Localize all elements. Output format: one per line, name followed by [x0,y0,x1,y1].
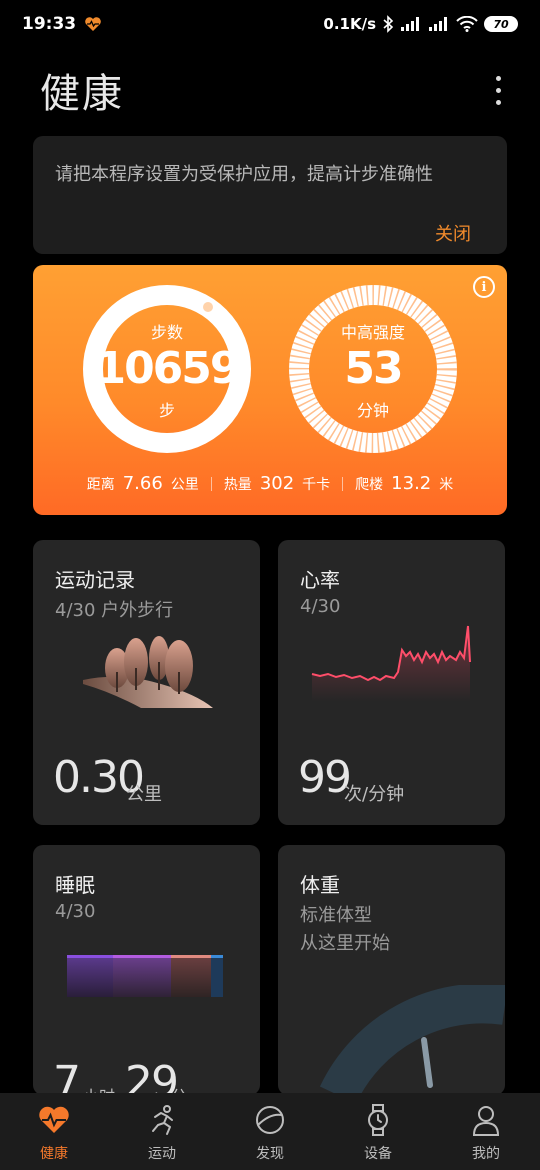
heart-rate-graph [311,625,471,702]
exercise-title: 运动记录 [55,568,135,592]
bluetooth-icon [383,15,394,33]
notice-close-button[interactable]: 关闭 [435,220,471,246]
steps-label: 步数 [150,323,183,342]
stat-divider [210,476,212,491]
sleep-minutes-value: 29 [125,1057,179,1095]
weight-title: 体重 [300,873,340,897]
nav-item-discover[interactable]: 发现 [216,1093,324,1170]
nav-item-me[interactable]: 我的 [432,1093,540,1170]
status-bar: 19:33 0.1K/s 70 [0,0,540,48]
nav-item-health[interactable]: 健康 [0,1093,108,1170]
heart-notification-icon [85,17,101,31]
distance-label: 距离 [86,477,115,493]
exercise-subtitle: 4/30 户外步行 [55,600,174,621]
net-speed: 0.1K/s [323,15,376,33]
discover-icon [256,1106,284,1134]
floors-label: 爬楼 [355,477,384,493]
distance-value: 7.66 [122,473,163,494]
steps-value: 10659 [95,343,240,394]
heart-rate-date: 4/30 [300,596,341,617]
heart-rate-title: 心率 [300,568,340,592]
more-options-icon[interactable] [486,70,510,110]
heart-rate-tile[interactable]: 心率 4/30 99 次/分钟 [278,540,505,825]
steps-ring: 步数 10659 步 [83,285,251,453]
app-header: 健康 [40,62,510,118]
nav-label-me: 我的 [472,1146,500,1162]
activity-summary-card[interactable]: i 步数 10659 步 中高强度 53 分钟 距离 7.66 公里 热量 30… [33,265,507,515]
stat-divider [342,476,344,491]
forest-illustration-icon [83,636,213,708]
intensity-value: 53 [344,343,403,394]
nav-label-devices: 设备 [364,1146,392,1162]
sleep-tile[interactable]: 睡眠 4/30 7 小时 29 分 [33,845,260,1095]
sleep-date: 4/30 [55,901,96,922]
nav-label-discover: 发现 [256,1146,284,1162]
floors-unit: 米 [439,477,454,493]
notice-text: 请把本程序设置为受保护应用，提高计步准确性 [55,164,433,185]
exercise-record-tile[interactable]: 运动记录 4/30 户外步行 0.30 公里 [33,540,260,825]
heart-rate-value: 99 [298,752,352,803]
info-icon[interactable]: i [473,276,495,298]
battery-indicator: 70 [484,16,518,32]
person-icon [472,1106,500,1136]
running-icon [152,1105,173,1135]
signal-hd-icon [429,17,447,31]
calories-unit: 千卡 [302,477,331,493]
activity-stats-row: 距离 7.66 公里 热量 302 千卡 爬楼 13.2 米 [33,473,507,494]
watch-icon [368,1104,388,1136]
heart-pulse-icon [39,1106,69,1133]
calories-label: 热量 [223,477,252,493]
nav-item-exercise[interactable]: 运动 [108,1093,216,1170]
exercise-distance-unit: 公里 [126,784,162,805]
page-title: 健康 [40,71,124,117]
weight-tile[interactable]: 体重 标准体型 从这里开始 [278,845,505,1095]
calories-value: 302 [259,473,295,494]
weight-start-prompt: 从这里开始 [300,933,390,954]
floors-value: 13.2 [391,473,432,494]
signal-icon [401,17,419,31]
nav-label-exercise: 运动 [148,1146,176,1162]
weight-body-type: 标准体型 [300,905,372,926]
protected-app-notice: 请把本程序设置为受保护应用，提高计步准确性 关闭 [33,136,507,254]
status-time: 19:33 [22,14,77,34]
sleep-stage-bar [67,955,223,997]
nav-label-health: 健康 [40,1146,68,1162]
intensity-ring: 中高强度 53 分钟 [289,285,457,453]
nav-item-devices[interactable]: 设备 [324,1093,432,1170]
wifi-icon [456,16,478,32]
weight-gauge-icon [319,985,505,1095]
heart-rate-unit: 次/分钟 [344,784,405,805]
steps-unit: 步 [158,401,175,420]
intensity-unit: 分钟 [356,401,389,420]
distance-unit: 公里 [170,477,199,493]
sleep-title: 睡眠 [55,873,95,897]
bottom-navigation: 健康 运动 发现 设备 我的 [0,1093,540,1170]
sleep-hours-value: 7 [53,1057,81,1095]
intensity-label: 中高强度 [340,323,405,342]
